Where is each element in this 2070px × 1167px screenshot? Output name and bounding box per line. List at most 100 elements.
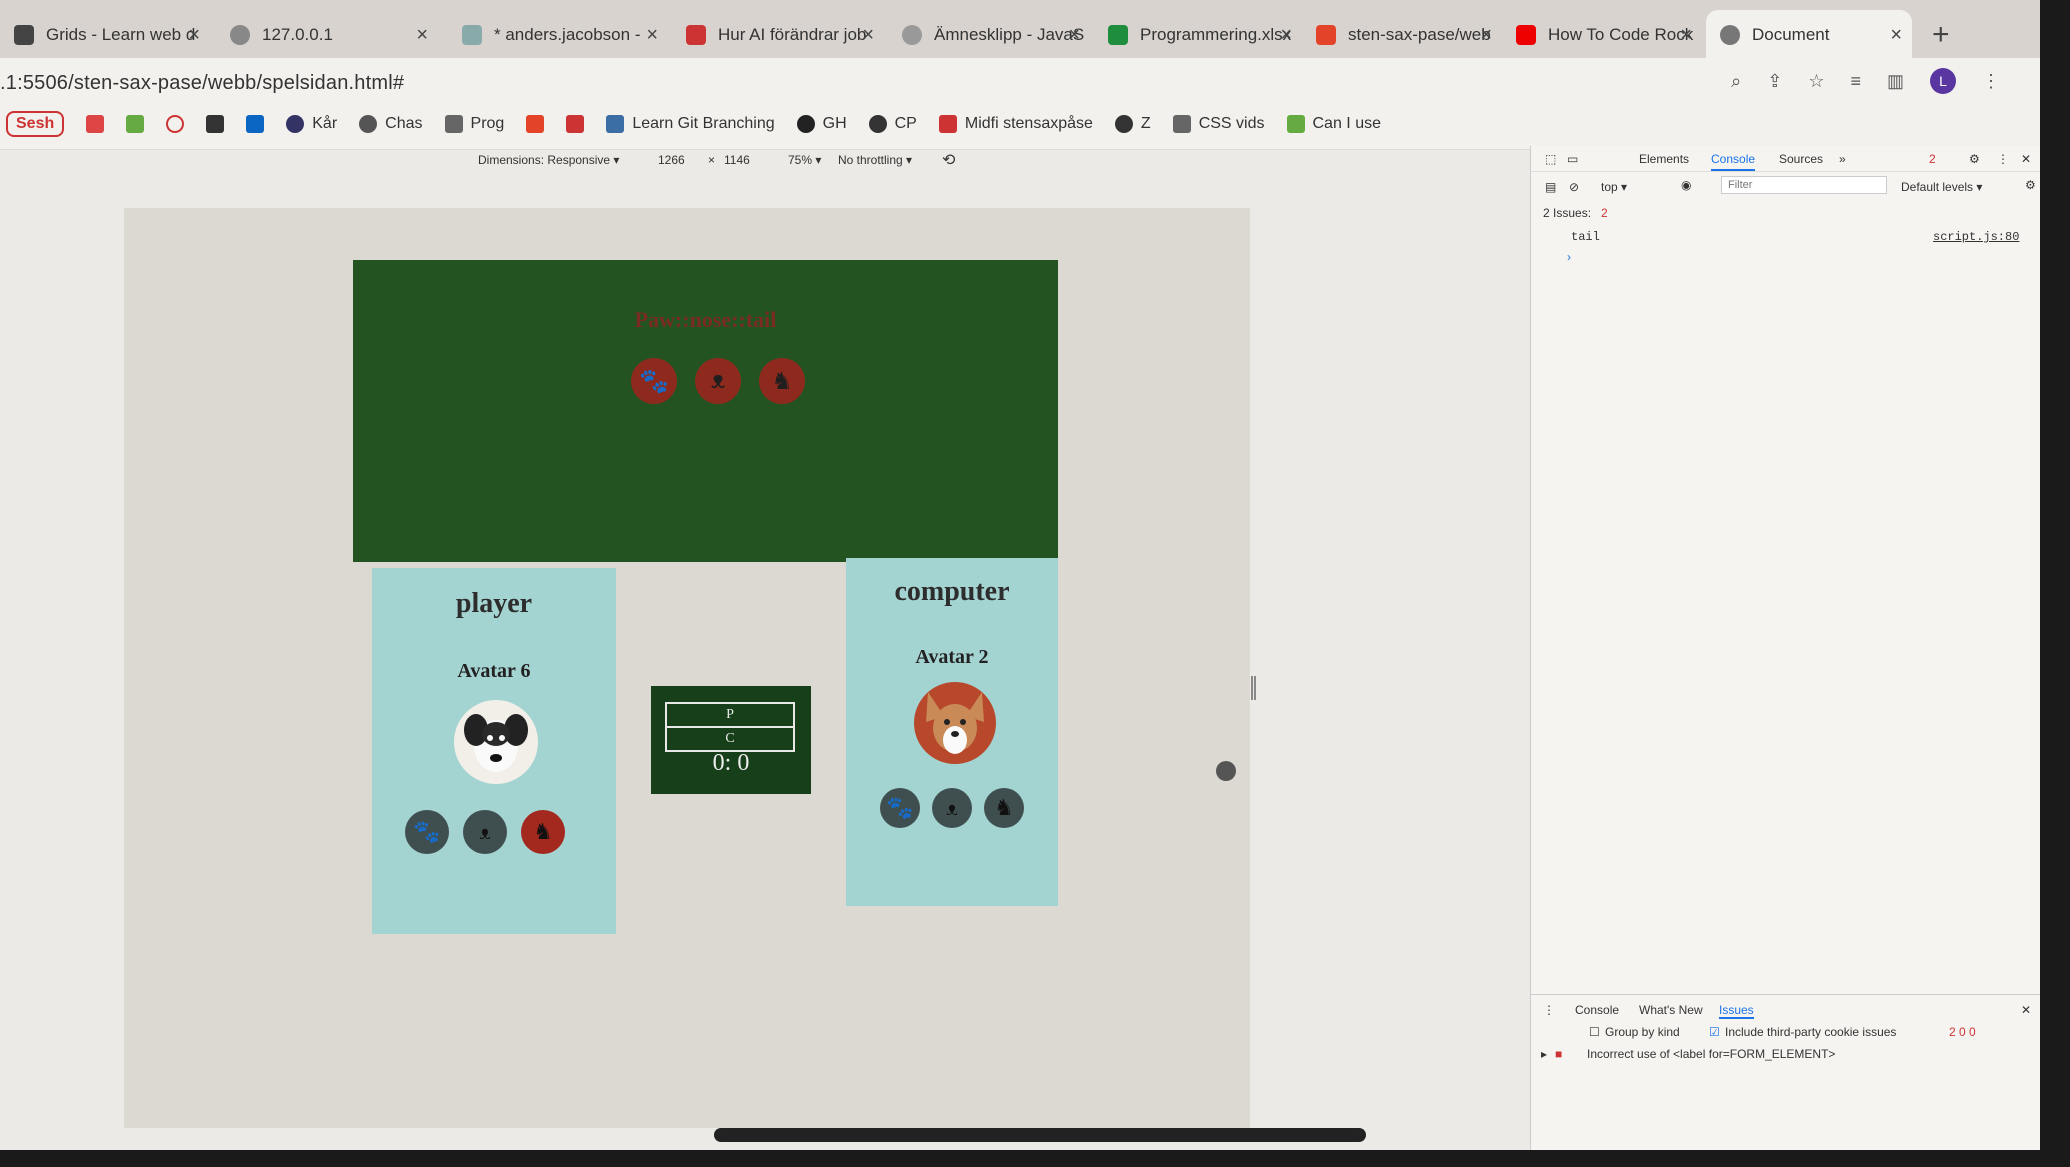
levels-select[interactable]: Default levels ▾	[1901, 180, 1982, 194]
dog-tail-icon: ♞	[994, 795, 1014, 820]
bookmark-prog[interactable]: Prog	[444, 114, 504, 133]
bookmark-learn-git[interactable]: Learn Git Branching	[606, 114, 775, 133]
profile-avatar[interactable]: L	[1930, 68, 1956, 94]
sidepanel-icon[interactable]: ▥	[1887, 71, 1904, 92]
issue-message[interactable]: Incorrect use of <label for=FORM_ELEMENT…	[1587, 1047, 1835, 1061]
height-input[interactable]: 1146	[724, 153, 750, 167]
player-tail-button[interactable]: ♞	[521, 810, 565, 854]
settings-icon[interactable]: ⚙	[1969, 152, 1980, 166]
sidebar-toggle-icon[interactable]: ▤	[1545, 180, 1556, 194]
width-input[interactable]: 1266	[658, 153, 685, 167]
star-icon[interactable]: ☆	[1808, 71, 1824, 92]
player-paw-button[interactable]: 🐾	[405, 810, 449, 854]
bookmark-figma[interactable]	[566, 114, 585, 133]
bookmark-z[interactable]: Z	[1114, 114, 1151, 133]
issues-count[interactable]: 2	[1601, 206, 1608, 220]
group-by-kind-checkbox[interactable]: ☐	[1589, 1025, 1600, 1039]
close-icon[interactable]: ×	[1068, 24, 1080, 47]
scoreboard: P C 0: 0	[651, 686, 811, 794]
bookmark-kar[interactable]: Kår	[286, 114, 337, 133]
close-icon[interactable]: ×	[416, 24, 428, 47]
url-text[interactable]: .1:5506/sten-sax-pase/webb/spelsidan.htm…	[0, 72, 404, 95]
bookmark-sesh[interactable]: Sesh	[6, 110, 65, 137]
zoom-icon[interactable]: ⌕	[1731, 71, 1741, 92]
close-devtools-icon[interactable]: ✕	[2021, 152, 2031, 166]
more-tabs-button[interactable]: »	[1839, 152, 1846, 166]
drawer-tab-issues[interactable]: Issues	[1719, 1003, 1754, 1019]
more-icon[interactable]: ⋮	[1997, 152, 2009, 166]
screen: Grids - Learn web d × 127.0.0.1 × * ande…	[0, 0, 2040, 1150]
tab-amnesklipp[interactable]: Ämnesklipp - JavaS ×	[888, 10, 1090, 60]
device-mode-icon[interactable]: ▭	[1567, 152, 1578, 166]
tab-ai-article[interactable]: Hur AI förändrar job ×	[672, 10, 884, 60]
console-prompt[interactable]: ›	[1567, 250, 1571, 264]
bookmark-css-vids[interactable]: CSS vids	[1172, 114, 1265, 133]
close-icon[interactable]: ×	[1280, 24, 1292, 47]
viewport-resize-handle[interactable]	[1251, 676, 1256, 700]
dimensions-select[interactable]: Dimensions: Responsive ▾	[478, 153, 619, 167]
bookmark-gitlab[interactable]	[526, 114, 545, 133]
bookmark-chas[interactable]: Chas	[359, 114, 423, 133]
close-icon[interactable]: ×	[1480, 24, 1492, 47]
player-nose-button[interactable]: ᴥ	[463, 810, 507, 854]
expand-chevron-icon[interactable]: ▸	[1541, 1047, 1547, 1061]
share-icon[interactable]: ⇪	[1767, 71, 1782, 92]
throttle-select[interactable]: No throttling ▾	[838, 153, 912, 167]
close-icon[interactable]: ×	[1890, 24, 1902, 47]
console-filter-input[interactable]: Filter	[1721, 176, 1887, 194]
issues-summary[interactable]: 2 Issues:	[1543, 206, 1591, 220]
tab-label: Ämnesklipp - JavaS	[934, 25, 1085, 44]
drawer-tab-whats-new[interactable]: What's New	[1639, 1003, 1703, 1017]
bookmark-cp[interactable]: CP	[868, 114, 917, 133]
mdn-icon	[14, 25, 34, 45]
close-icon[interactable]: ×	[1680, 24, 1692, 47]
close-icon[interactable]: ×	[862, 24, 874, 47]
tab-programmering[interactable]: Programmering.xlsx ×	[1094, 10, 1302, 60]
tab-console[interactable]: Console	[1711, 152, 1756, 171]
rotate-icon[interactable]: ⟲	[942, 150, 955, 170]
tab-elements[interactable]: Elements	[1639, 152, 1689, 166]
menu-icon[interactable]: ⋮	[1982, 71, 2000, 92]
devtools-tabs: ⬚ ▭ Elements Console Sources » 2 ⚙ ⋮ ✕	[1531, 146, 2040, 172]
tab-label: How To Code Rock	[1548, 25, 1694, 44]
computer-tail-button: ♞	[984, 788, 1024, 828]
third-party-checkbox[interactable]: ☑	[1709, 1025, 1720, 1039]
drawer-tab-console[interactable]: Console	[1575, 1003, 1619, 1017]
console-log-source[interactable]: script.js:80	[1933, 230, 2019, 244]
bookmark-label: Chas	[385, 114, 423, 132]
bookmark-linkedin[interactable]	[246, 114, 265, 133]
bookmark-gh[interactable]: GH	[796, 114, 847, 133]
close-icon[interactable]: ×	[646, 24, 658, 47]
notion-icon	[206, 114, 225, 133]
extensions-icon[interactable]: ≡	[1850, 71, 1861, 92]
issue-badge[interactable]: 2	[1929, 152, 1936, 166]
tab-localhost[interactable]: 127.0.0.1 ×	[216, 10, 438, 60]
bookmark-n[interactable]	[206, 114, 225, 133]
clear-console-icon[interactable]: ⊘	[1569, 180, 1579, 194]
bookmark-loading[interactable]	[166, 114, 185, 133]
console-settings-icon[interactable]: ⚙	[2025, 178, 2036, 192]
gmail-icon	[86, 114, 105, 133]
zoom-select[interactable]: 75% ▾	[788, 153, 821, 167]
dog-nose-icon: ᴥ	[695, 358, 741, 404]
bookmark-caniuse[interactable]: Can I use	[1286, 114, 1381, 133]
close-drawer-icon[interactable]: ✕	[2021, 1003, 2031, 1017]
drawer-menu-icon[interactable]: ⋮	[1543, 1003, 1555, 1017]
bookmark-gmail[interactable]	[86, 114, 105, 133]
devtools-panel: ⬚ ▭ Elements Console Sources » 2 ⚙ ⋮ ✕ ▤…	[1530, 146, 2040, 1150]
tab-sources[interactable]: Sources	[1779, 152, 1823, 166]
context-select[interactable]: top ▾	[1601, 180, 1627, 194]
new-tab-button[interactable]: +	[1932, 18, 1950, 52]
tab-document[interactable]: Document ×	[1706, 10, 1912, 60]
tab-anders[interactable]: * anders.jacobson - ×	[448, 10, 668, 60]
bookmark-midfi[interactable]: Midfi stensaxpåse	[938, 114, 1093, 133]
eye-icon[interactable]: ◉	[1681, 178, 1691, 192]
tab-youtube[interactable]: How To Code Rock ×	[1502, 10, 1702, 60]
close-icon[interactable]: ×	[188, 24, 200, 47]
tab-gitlab[interactable]: sten-sax-pase/web ×	[1302, 10, 1502, 60]
tab-grids[interactable]: Grids - Learn web d ×	[0, 10, 210, 60]
inspect-icon[interactable]: ⬚	[1545, 152, 1556, 166]
bookmark-slack[interactable]	[126, 114, 145, 133]
tab-label: Programmering.xlsx	[1140, 25, 1292, 44]
circle-icon	[166, 114, 185, 133]
